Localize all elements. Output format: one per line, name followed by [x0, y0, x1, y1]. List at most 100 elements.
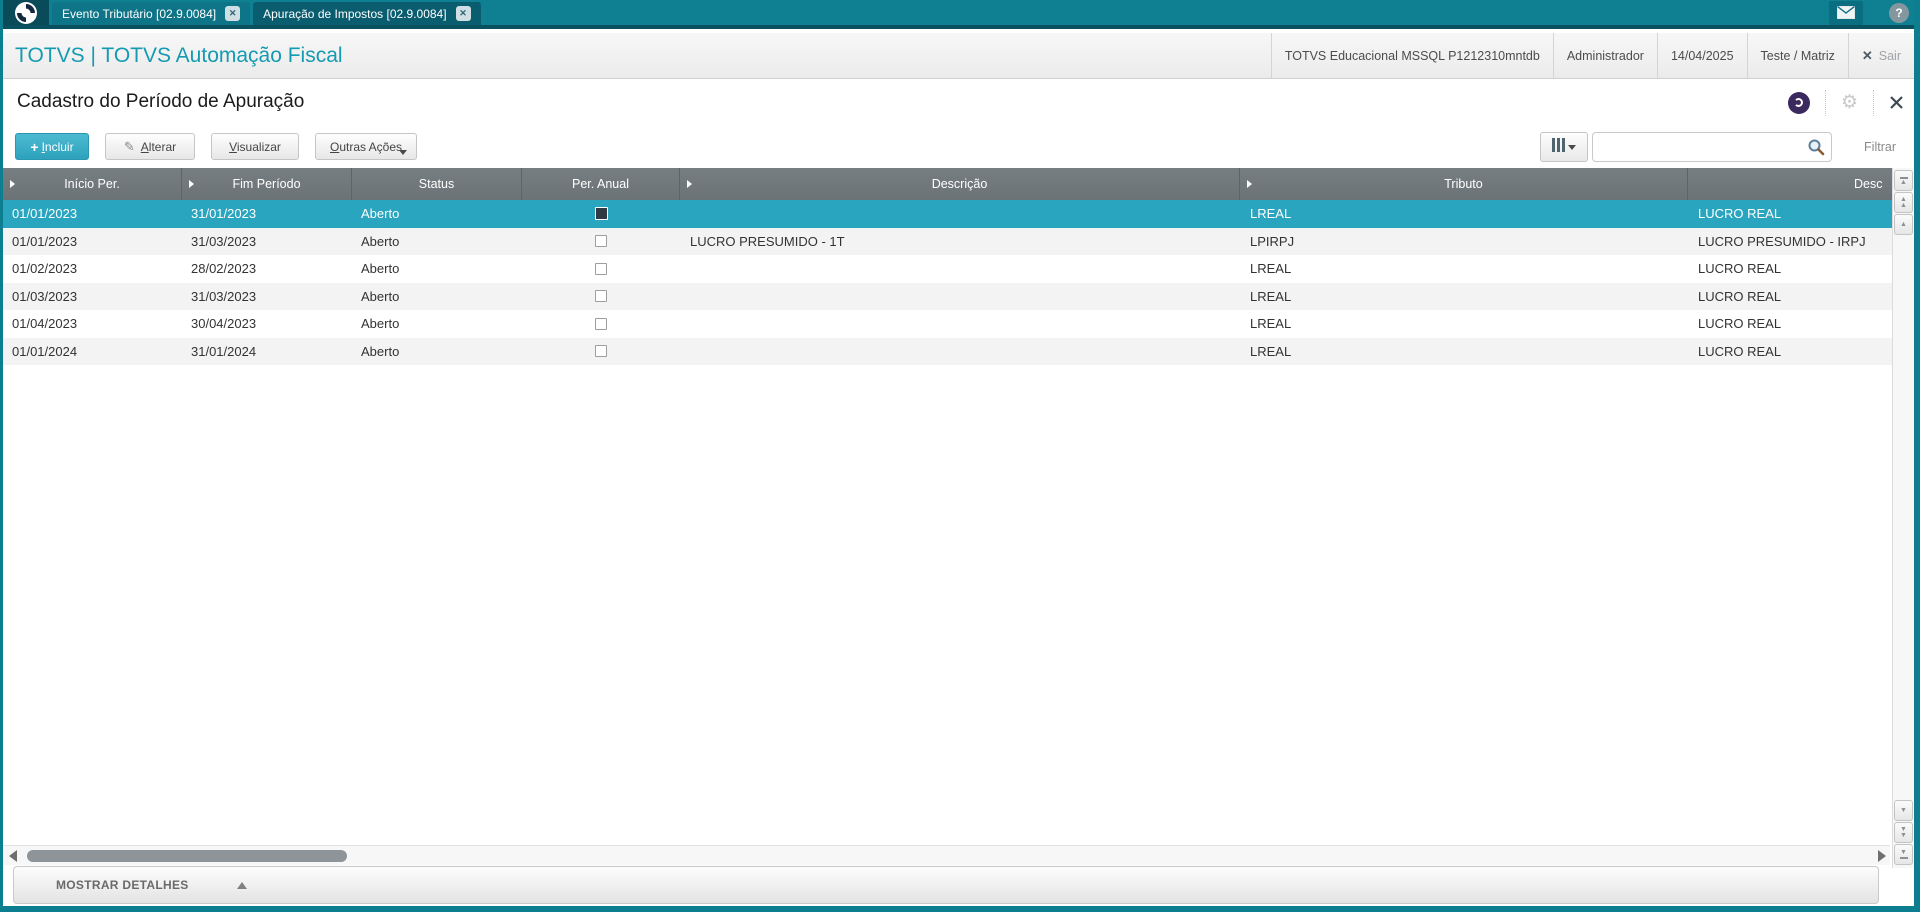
vscroll-bottom-buttons: ▼ ▼ ▼ ▼ [1893, 799, 1914, 866]
cell-inicio-periodo: 01/02/2023 [12, 261, 78, 276]
tab-close-icon[interactable]: ✕ [455, 6, 471, 21]
incluir-label: Incluir [41, 139, 74, 154]
table-row[interactable]: 01/01/2024 31/01/2024 Aberto LREAL LUCRO… [3, 337, 1914, 366]
column-header-label: Status [418, 177, 455, 191]
chevron-down-icon [399, 150, 407, 155]
table-row[interactable]: 01/03/2023 31/03/2023 Aberto LREAL LUCRO… [3, 282, 1914, 311]
cell-fim-periodo: 31/03/2023 [191, 288, 257, 304]
sort-arrow-icon [189, 180, 194, 188]
cell-tributo: LREAL [1250, 288, 1292, 304]
mdi-tab-bar: Evento Tributário [02.9.0084] ✕ Apuração… [3, 0, 1914, 29]
scroll-right-icon[interactable] [1878, 850, 1886, 862]
toolbar-right: Filtrar [1540, 132, 1896, 162]
settings-button[interactable]: ⚙ [1841, 93, 1858, 112]
visualizar-button[interactable]: Visualizar [211, 133, 299, 160]
per-anual-checkbox[interactable] [595, 262, 607, 275]
scroll-down-button[interactable]: ▼ [1894, 800, 1913, 821]
cell-fim-periodo: 28/02/2023 [191, 261, 257, 276]
vscroll-top-buttons: ▲ ▲ ▲ ▲ [1893, 169, 1914, 236]
horizontal-scrollbar[interactable] [3, 845, 1890, 865]
column-header-label: Descrição [931, 177, 988, 191]
cell-status: Aberto [361, 233, 400, 249]
cell-inicio-periodo: 01/03/2023 [12, 288, 78, 304]
close-routine-button[interactable] [1889, 95, 1904, 110]
cell-inicio-periodo: 01/01/2023 [12, 233, 78, 249]
cell-desc-tributo: LUCRO REAL [1698, 206, 1782, 221]
per-anual-checkbox[interactable] [595, 290, 607, 303]
cell-fim-periodo: 31/03/2023 [191, 233, 257, 249]
tab-label: Evento Tributário [02.9.0084] [62, 6, 217, 21]
cell-descricao [680, 310, 1240, 338]
toolbar-buttons: + Incluir ✎ Alterar Visualizar Outras Aç… [15, 133, 417, 160]
cell-descricao [680, 283, 1240, 311]
cell-descricao: LUCRO PRESUMIDO - 1T [690, 233, 845, 249]
column-header[interactable]: Per. Anual [522, 168, 680, 200]
column-config-button[interactable] [1540, 132, 1589, 162]
mail-button[interactable] [1829, 0, 1863, 25]
grid-body: 01/01/2023 31/01/2023 Aberto LREAL LUCRO… [3, 200, 1914, 365]
scroll-page-up-button[interactable]: ▲ ▲ [1894, 192, 1913, 213]
scroll-left-icon[interactable] [9, 850, 17, 862]
plus-icon: + [30, 138, 39, 155]
search-wrap [1592, 132, 1833, 162]
action-toolbar: + Incluir ✎ Alterar Visualizar Outras Aç… [3, 126, 1914, 168]
search-icon[interactable] [1807, 138, 1825, 156]
help-button[interactable]: ? [1889, 2, 1909, 23]
cell-inicio-periodo: 01/04/2023 [12, 316, 78, 331]
tab-apuracao-impostos[interactable]: Apuração de Impostos [02.9.0084] ✕ [253, 2, 481, 25]
totvs-logo[interactable] [3, 0, 49, 25]
cell-desc-tributo: LUCRO REAL [1698, 261, 1782, 276]
pencil-icon: ✎ [123, 138, 135, 154]
cell-tributo: LREAL [1250, 343, 1292, 359]
per-anual-checkbox[interactable] [595, 345, 607, 358]
cell-inicio-periodo: 01/01/2023 [12, 206, 78, 221]
sort-arrow-icon [10, 180, 15, 188]
sort-arrow-icon [687, 180, 692, 188]
company-branch[interactable]: Teste / Matriz [1746, 33, 1848, 78]
chevron-down-icon [1568, 144, 1577, 150]
assistant-button[interactable] [1787, 91, 1810, 114]
column-header[interactable]: Status [352, 168, 522, 200]
column-header-label: Per. Anual [572, 177, 629, 191]
column-header[interactable]: Fim Período [182, 168, 352, 200]
per-anual-checkbox[interactable] [595, 317, 607, 330]
title-icons: ⚙ [1787, 79, 1904, 126]
alterar-button[interactable]: ✎ Alterar [105, 133, 195, 160]
logout-x-icon: ✕ [1861, 47, 1873, 63]
mostrar-detalhes-bar[interactable]: MOSTRAR DETALHES [13, 866, 1879, 904]
scroll-up-button[interactable]: ▲ [1894, 214, 1913, 235]
scroll-page-down-button[interactable]: ▼ ▼ [1894, 822, 1913, 843]
columns-icon [1552, 137, 1566, 157]
totvs-logo-icon [15, 1, 37, 24]
tab-evento-tributario[interactable]: Evento Tributário [02.9.0084] ✕ [52, 2, 251, 25]
table-row[interactable]: 01/01/2023 31/03/2023 Aberto LUCRO PRESU… [3, 227, 1914, 255]
logout-button[interactable]: ✕ Sair [1847, 33, 1914, 78]
table-row[interactable]: 01/01/2023 31/01/2023 Aberto LREAL LUCRO… [3, 200, 1914, 228]
outras-acoes-button[interactable]: Outras Ações [315, 133, 417, 160]
scroll-to-top-button[interactable]: ▲ [1894, 170, 1913, 191]
periods-grid: Início Per. Fim Período Status Per. Anua… [3, 168, 1914, 845]
cell-inicio-periodo: 01/01/2024 [12, 343, 78, 359]
cell-fim-periodo: 31/01/2024 [191, 343, 257, 359]
table-row[interactable]: 01/02/2023 28/02/2023 Aberto LREAL LUCRO… [3, 255, 1914, 283]
vertical-scrollbar[interactable]: ▲ ▲ ▲ ▲ ▼ ▼ ▼ ▼ [1892, 168, 1914, 868]
tab-close-icon[interactable]: ✕ [225, 6, 241, 21]
column-header[interactable]: Desc [1688, 168, 1914, 200]
column-header[interactable]: Início Per. [3, 168, 182, 200]
current-user[interactable]: Administrador [1552, 33, 1657, 78]
table-row[interactable]: 01/04/2023 30/04/2023 Aberto LREAL LUCRO… [3, 310, 1914, 338]
column-header[interactable]: Descrição [680, 168, 1240, 200]
scroll-to-bottom-button[interactable]: ▼ [1894, 844, 1913, 865]
separator [1873, 89, 1874, 116]
incluir-button[interactable]: + Incluir [15, 133, 89, 160]
filtrar-label[interactable]: Filtrar [1864, 140, 1896, 154]
current-date[interactable]: 14/04/2025 [1656, 33, 1747, 78]
per-anual-checkbox[interactable] [595, 235, 607, 248]
brand-title: TOTVS | TOTVS Automação Fiscal [15, 43, 343, 67]
search-input[interactable] [1592, 132, 1833, 162]
column-header[interactable]: Tributo [1240, 168, 1688, 200]
per-anual-checkbox[interactable] [594, 207, 608, 221]
assistant-icon [1794, 98, 1804, 107]
hscroll-thumb[interactable] [27, 850, 347, 862]
cell-descricao [680, 338, 1240, 366]
